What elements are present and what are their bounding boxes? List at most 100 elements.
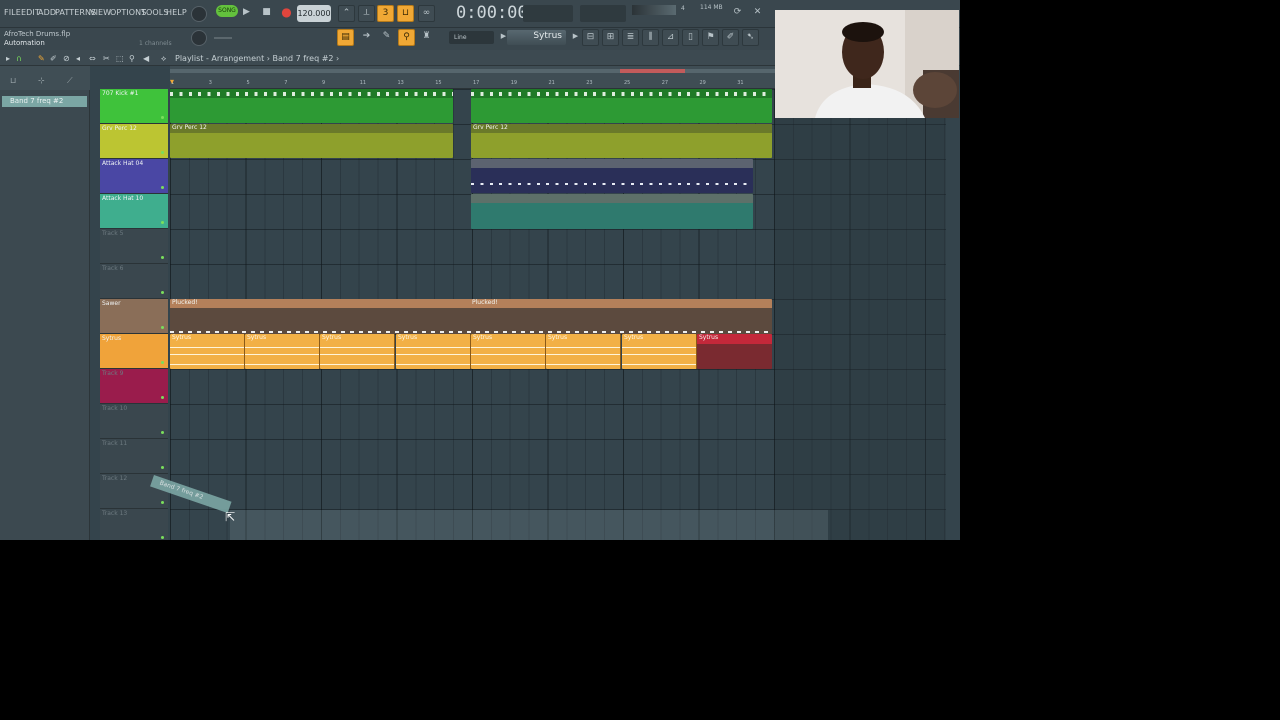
mute-tool-icon[interactable]: ◂ (76, 54, 80, 63)
track-mute-led[interactable] (161, 396, 164, 399)
tempo-display[interactable]: 120.000 (297, 5, 331, 22)
picker-automation-icon[interactable]: ⟋ (67, 76, 73, 86)
pencil-icon[interactable]: ✎ (378, 29, 395, 46)
tempo-tapper-icon[interactable]: ⚑ (702, 29, 719, 46)
step-edit-icon[interactable]: ⊔ (397, 5, 414, 22)
loop-marker[interactable] (620, 69, 685, 73)
track-header-11[interactable]: Track 11 (100, 439, 168, 474)
playlist-title-text: Playlist - Arrangement (175, 54, 265, 63)
track-mute-led[interactable] (161, 221, 164, 224)
browser-icon[interactable]: ⊿ (662, 29, 679, 46)
track-mute-led[interactable] (161, 326, 164, 329)
clip-grv-perc-1[interactable]: Grv Perc 12 (170, 124, 453, 158)
mixer-view-icon[interactable]: ⊟ (582, 29, 599, 46)
clip-sytrus-4[interactable]: Sytrus (396, 334, 471, 369)
slip-tool-icon[interactable]: ⇔ (89, 54, 96, 63)
draw-tool-icon[interactable]: ✎ (38, 54, 45, 63)
track-mute-led[interactable] (161, 186, 164, 189)
stamp-icon[interactable]: ♜ (418, 29, 435, 46)
track-header-7[interactable]: Sawer (100, 299, 168, 334)
clip-sytrus-1[interactable]: Sytrus (170, 334, 245, 369)
track-header-3[interactable]: Attack Hat 04 (100, 159, 168, 194)
track-header-5[interactable]: Track 5 (100, 229, 168, 264)
song-position-display: 0:00:00 (456, 3, 528, 23)
menu-view[interactable]: VIEW (90, 8, 111, 17)
playlist-arrow-icon[interactable]: ▸ (6, 54, 10, 63)
zoom-tool-icon[interactable]: ⚲ (129, 54, 135, 63)
playback-tool-icon[interactable]: ◀ (143, 54, 149, 63)
picker-audio-icon[interactable]: ⊹ (38, 76, 45, 85)
touch-keyboard-icon[interactable]: ✐ (722, 29, 739, 46)
clip-sytrus-5[interactable]: Sytrus (471, 334, 546, 369)
track-header-9[interactable]: Track 9 (100, 369, 168, 404)
track-header-10[interactable]: Track 10 (100, 404, 168, 439)
picker-item-band-7-freq[interactable]: Band 7 freq #2 (2, 96, 87, 107)
menu-file[interactable]: FILE (4, 8, 21, 17)
track-mute-led[interactable] (161, 256, 164, 259)
countdown-icon[interactable]: 3 (377, 5, 394, 22)
channel-selector[interactable]: Sytrus (507, 30, 566, 45)
picker-pattern-icon[interactable]: ⊔ (10, 76, 16, 85)
close-x-icon[interactable]: ✕ (749, 5, 766, 22)
clip-kick-2[interactable] (471, 89, 772, 123)
paint-tool-icon[interactable]: ✐ (50, 54, 57, 63)
clip-label: Sytrus (172, 334, 192, 341)
playlist-options-icon[interactable]: ⟡ (161, 54, 166, 64)
slice-tool-icon[interactable]: ✂ (103, 54, 110, 63)
mixer-icon[interactable]: ⫼ (642, 29, 659, 46)
track-mute-led[interactable] (161, 116, 164, 119)
clip-kick-1[interactable] (170, 89, 453, 123)
plugin-picker-icon[interactable]: ▯ (682, 29, 699, 46)
clip-sytrus-7[interactable]: Sytrus (622, 334, 697, 369)
metronome-icon[interactable]: ⌃ (338, 5, 355, 22)
loop-record-icon[interactable]: ∞ (418, 5, 435, 22)
track-mute-led[interactable] (161, 361, 164, 364)
clip-attack-hat-10[interactable] (471, 194, 753, 229)
clip-sytrus-2[interactable]: Sytrus (245, 334, 320, 369)
master-volume-knob[interactable] (191, 6, 207, 22)
menu-add[interactable]: ADD (38, 8, 56, 17)
playlist-icon[interactable]: ▤ (337, 29, 354, 46)
current-pattern-name[interactable]: Band 7 freq #2 (273, 54, 334, 63)
clip-sytrus-6[interactable]: Sytrus (546, 334, 621, 369)
track-header-6[interactable]: Track 6 (100, 264, 168, 299)
menu-tools[interactable]: TOOLS (141, 8, 169, 17)
channel-rack-icon[interactable]: ≣ (622, 29, 639, 46)
menu-help[interactable]: HELP (166, 8, 187, 17)
pitch-knob[interactable] (191, 30, 207, 46)
song-mode-toggle[interactable]: SONG (216, 5, 238, 17)
arrow-right-icon[interactable]: ➔ (358, 29, 375, 46)
delete-tool-icon[interactable]: ⊘ (63, 54, 70, 63)
clip-grv-perc-2[interactable]: Grv Perc 12 (471, 124, 772, 158)
track-header-13[interactable]: Track 13 (100, 509, 168, 540)
stop-button[interactable]: ■ (258, 5, 275, 22)
track-mute-led[interactable] (161, 501, 164, 504)
horizontal-scrollbar[interactable] (230, 510, 828, 540)
clip-attack-hat-04[interactable] (471, 159, 753, 193)
track-header-2[interactable]: Grv Perc 12 (100, 124, 168, 159)
timeline-ruler[interactable]: 1 3 5 7 9 11 13 15 17 19 21 23 25 27 29 31 ▾ (170, 66, 775, 89)
playhead-marker-icon[interactable]: ▾ (170, 77, 174, 86)
clip-plucked[interactable]: Plucked! Plucked! (170, 299, 772, 334)
track-mute-led[interactable] (161, 466, 164, 469)
track-header-1[interactable]: 707 Kick #1 (100, 89, 168, 124)
track-mute-led[interactable] (161, 536, 164, 539)
pitch-slider[interactable] (214, 37, 232, 39)
render-icon[interactable]: ➷ (742, 29, 759, 46)
link-icon[interactable]: ⚲ (398, 29, 415, 46)
piano-roll-icon[interactable]: ⊞ (602, 29, 619, 46)
track-header-4[interactable]: Attack Hat 10 (100, 194, 168, 229)
track-mute-led[interactable] (161, 431, 164, 434)
play-button[interactable]: ▶ (238, 5, 255, 22)
refresh-icon[interactable]: ⟳ (729, 5, 746, 22)
track-mute-led[interactable] (161, 151, 164, 154)
clip-sytrus-3[interactable]: Sytrus (320, 334, 395, 369)
track-mute-led[interactable] (161, 291, 164, 294)
clip-sytrus-selected[interactable]: Sytrus (697, 334, 772, 369)
select-tool-icon[interactable]: ⬚ (116, 54, 124, 63)
track-header-8[interactable]: Sytrus (100, 334, 168, 369)
magnet-icon[interactable]: ∩ (16, 54, 22, 63)
wait-input-icon[interactable]: ⟂ (358, 5, 375, 22)
snap-selector[interactable]: Line (449, 31, 494, 44)
record-button[interactable]: ● (278, 5, 295, 22)
